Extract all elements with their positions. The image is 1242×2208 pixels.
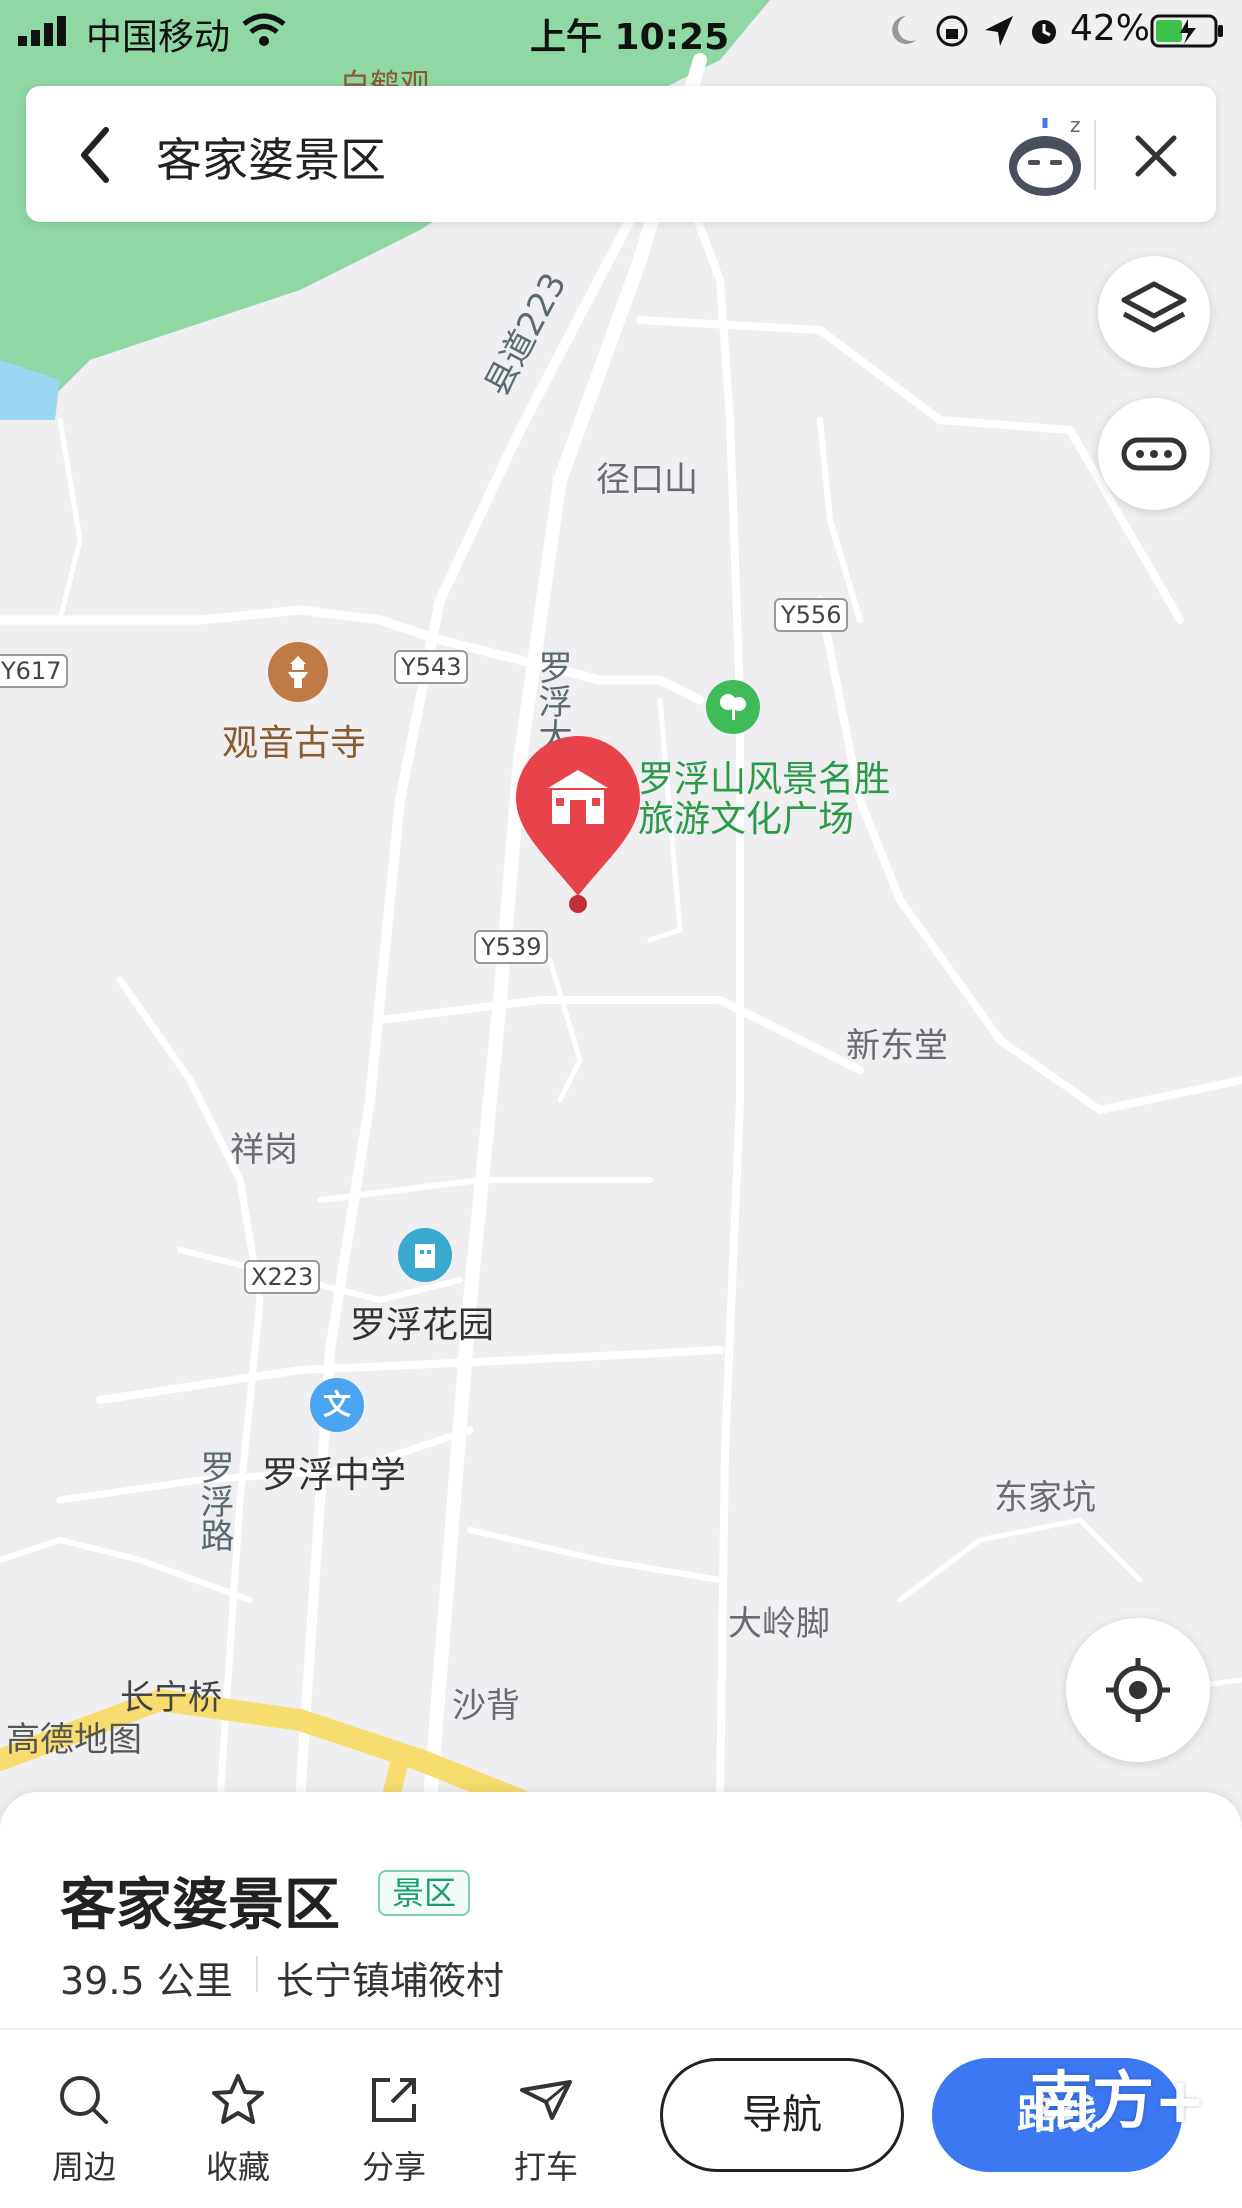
wifi-icon: [242, 13, 286, 46]
tree-icon: [720, 694, 746, 720]
road-name-luofu-road: 罗浮路: [194, 1450, 234, 1552]
poi-label-garden[interactable]: 罗浮花园: [350, 1296, 494, 1348]
road-tag-y539: Y539: [474, 930, 549, 964]
carrier-name: 中国移动: [86, 17, 231, 58]
back-arrow-icon[interactable]: [66, 120, 126, 190]
place-label-jingkoushan: 径口山: [596, 460, 698, 500]
poi-school[interactable]: 文: [310, 1378, 364, 1432]
search-bar: 客家婆景区 z: [26, 86, 1216, 222]
place-category-badge: 景区: [378, 1870, 471, 1916]
place-name: 客家婆景区: [60, 1873, 340, 1938]
status-time: 上午 10:25: [530, 17, 730, 58]
alarm-icon: [1032, 20, 1056, 44]
poi-garden[interactable]: [398, 1228, 452, 1282]
voice-assistant-icon[interactable]: z: [990, 106, 1100, 206]
place-distance: 39.5 公里: [60, 1959, 233, 2003]
road-tag-y556: Y556: [774, 598, 849, 632]
location-arrow-icon: [985, 16, 1013, 46]
nearby-label: 周边: [51, 2148, 116, 2186]
more-tools-button[interactable]: [1098, 398, 1210, 510]
place-label-xianggang: 祥岗: [230, 1130, 298, 1170]
share-icon: [372, 2078, 416, 2122]
pagoda-icon: [288, 656, 308, 688]
layers-button[interactable]: [1098, 256, 1210, 368]
close-icon[interactable]: [1126, 126, 1186, 186]
star-icon: [212, 2074, 264, 2124]
poi-guanyin[interactable]: [268, 642, 328, 702]
favorite-label: 收藏: [205, 2148, 270, 2186]
place-card[interactable]: 客家婆景区 景区 39.5 公里 长宁镇埔筱村 周边 收藏 分享 打车 导航 路…: [0, 1792, 1242, 2208]
selected-location-marker[interactable]: [512, 732, 644, 918]
poi-label-school[interactable]: 罗浮中学: [262, 1446, 406, 1498]
info-separator: [256, 1956, 258, 1992]
battery-icon: [1150, 14, 1223, 48]
taxi-icon: [520, 2080, 572, 2120]
place-address: 长宁镇埔筱村: [276, 1959, 505, 2003]
place-label-dalingjiao: 大岭脚: [728, 1604, 830, 1644]
education-icon: 文: [322, 1388, 351, 1421]
place-label-xindongtang: 新东堂: [846, 1026, 948, 1066]
building-icon: [415, 1244, 435, 1268]
search-query-text[interactable]: 客家婆景区: [156, 124, 386, 190]
share-label: 分享: [361, 2148, 426, 2186]
svg-text:z: z: [1070, 113, 1081, 137]
amap-logo: 高德地图: [6, 1712, 142, 1761]
taxi-label: 打车: [513, 2148, 578, 2186]
share-button[interactable]: 分享: [334, 2072, 454, 2192]
road-tag-y617: Y617: [0, 654, 69, 688]
locate-me-button[interactable]: [1066, 1618, 1210, 1762]
moon-icon: [892, 16, 916, 44]
road-tag-x223: X223: [244, 1260, 321, 1294]
place-label-dongjiakeng: 东家坑: [994, 1478, 1096, 1518]
search-icon: [60, 2076, 108, 2124]
more-dots-icon: [1121, 437, 1187, 471]
search-divider: [1094, 120, 1096, 190]
favorite-button[interactable]: 收藏: [178, 2072, 298, 2192]
rotation-lock-icon: [936, 15, 968, 47]
locate-crosshair-icon: [1106, 1658, 1170, 1722]
poi-label-guanyin[interactable]: 观音古寺: [222, 714, 366, 766]
layers-icon: [1121, 281, 1187, 333]
navigate-button[interactable]: 导航: [660, 2058, 904, 2172]
road-tag-y543: Y543: [394, 650, 469, 684]
place-label-shabei: 沙背: [452, 1686, 520, 1726]
taxi-button[interactable]: 打车: [486, 2072, 606, 2192]
card-divider: [0, 2028, 1242, 2030]
nearby-button[interactable]: 周边: [24, 2072, 144, 2192]
poi-scenic-park[interactable]: [706, 680, 760, 734]
signal-icon: [18, 16, 66, 46]
status-bar: 中国移动 上午 10:25 42%: [0, 0, 1242, 64]
poi-label-scenic-line2[interactable]: 旅游文化广场: [638, 790, 854, 842]
amap-logo-text: 高德地图: [6, 1720, 142, 1760]
watermark: 南方+: [1030, 2064, 1206, 2137]
battery-percent: 42%: [1070, 8, 1151, 49]
scenic-gate-marker-icon: [516, 736, 640, 913]
navigate-label: 导航: [742, 2092, 822, 2138]
